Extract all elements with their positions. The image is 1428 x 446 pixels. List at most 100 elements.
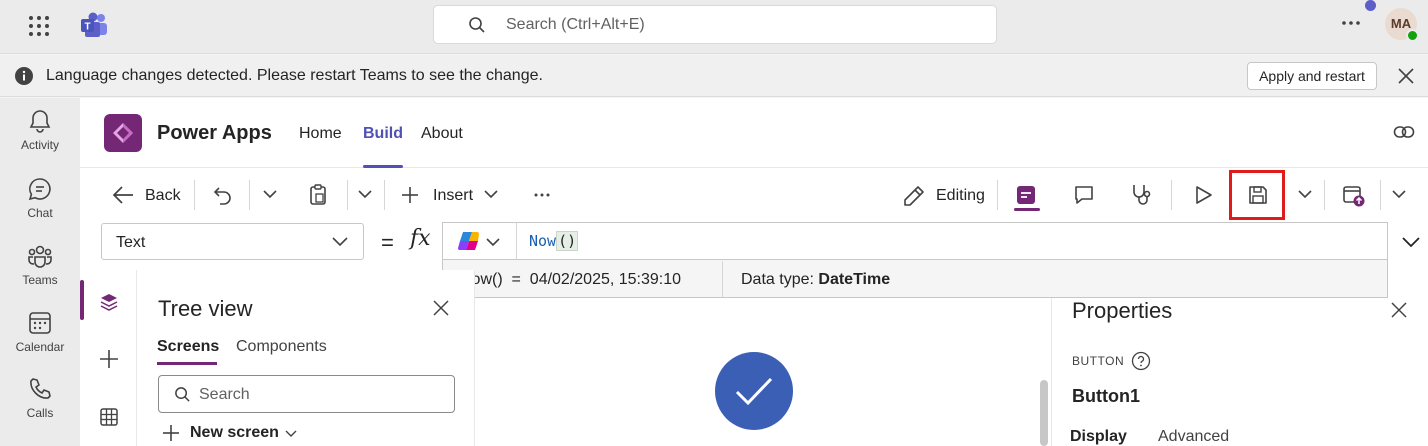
paste-chevron-down-icon[interactable]: [357, 189, 373, 199]
active-tab-indicator: [363, 165, 403, 168]
back-arrow-icon[interactable]: [112, 185, 134, 205]
app-header: [80, 98, 1428, 168]
teams-icon: [28, 245, 52, 268]
control-type-label: BUTTON: [1072, 354, 1125, 368]
rail-label: Activity: [20, 138, 59, 152]
toolbar-divider: [384, 180, 385, 210]
banner-message: Language changes detected. Please restar…: [46, 67, 543, 84]
pencil-icon: [903, 185, 925, 207]
formula-function: Now: [529, 232, 557, 250]
expand-formula-chevron-icon[interactable]: [1402, 236, 1420, 248]
app-launcher-icon[interactable]: [28, 15, 50, 37]
data-type-value: DateTime: [818, 271, 891, 288]
toolbar-divider: [249, 180, 250, 210]
new-screen-chevron-down-icon[interactable]: [285, 430, 297, 438]
formula-parens: (): [556, 231, 579, 251]
presence-available-icon: [1406, 29, 1419, 42]
tab-display[interactable]: Display: [1070, 428, 1127, 446]
tab-build[interactable]: Build: [363, 125, 403, 143]
toolbar-divider: [194, 180, 195, 210]
more-options-icon[interactable]: [1341, 20, 1361, 26]
rail-label: Teams: [22, 273, 58, 287]
comment-icon[interactable]: [1073, 184, 1095, 206]
active-tree-tab-indicator: [157, 362, 217, 365]
toolbar-divider: [1324, 180, 1325, 210]
paste-icon[interactable]: [308, 184, 328, 206]
tab-advanced[interactable]: Advanced: [1158, 428, 1229, 446]
checkmark-icon: [735, 377, 773, 406]
insert-plus-icon[interactable]: [99, 349, 119, 369]
new-screen-plus-icon: [162, 424, 180, 442]
publish-chevron-down-icon[interactable]: [1391, 189, 1407, 199]
notification-dot: [1365, 0, 1376, 11]
rail-label: Calls: [26, 406, 54, 420]
more-commands-icon[interactable]: [534, 193, 550, 197]
active-panel-indicator: [80, 280, 84, 320]
data-type-info: Data type: DateTime: [741, 271, 890, 289]
tab-home[interactable]: Home: [299, 125, 342, 143]
property-dropdown[interactable]: Text: [101, 223, 364, 260]
search-icon: [175, 387, 190, 402]
rail-item-calls[interactable]: Calls: [0, 376, 80, 420]
rail-item-calendar[interactable]: Calendar: [0, 310, 80, 354]
new-screen-button[interactable]: New screen: [190, 424, 279, 442]
close-properties-icon[interactable]: [1390, 301, 1408, 319]
stethoscope-icon[interactable]: [1130, 183, 1152, 207]
help-icon[interactable]: [1131, 351, 1151, 371]
svg-text:T: T: [84, 22, 90, 33]
chat-icon: [28, 178, 51, 201]
tab-about[interactable]: About: [421, 125, 463, 143]
global-search-input[interactable]: Search (Ctrl+Alt+E): [433, 5, 997, 44]
insert-button[interactable]: Insert: [433, 187, 473, 205]
tab-screens[interactable]: Screens: [157, 338, 219, 356]
properties-title: Properties: [1072, 298, 1173, 323]
rail-item-activity[interactable]: Activity: [0, 108, 80, 152]
command-bar: [80, 169, 1428, 221]
save-button-highlight: [1229, 170, 1285, 220]
plus-icon[interactable]: [401, 186, 419, 204]
rail-label: Chat: [27, 206, 53, 220]
back-button[interactable]: Back: [145, 187, 181, 205]
publish-icon[interactable]: [1342, 184, 1366, 208]
canvas-scrollbar[interactable]: [1040, 380, 1048, 446]
insert-chevron-down-icon[interactable]: [484, 189, 498, 199]
result-divider: [722, 261, 723, 297]
active-view-indicator: [1014, 208, 1040, 211]
toolbar-divider: [997, 180, 998, 210]
tab-components[interactable]: Components: [236, 338, 327, 356]
close-tree-view-icon[interactable]: [432, 299, 450, 317]
tree-view-title: Tree view: [158, 296, 253, 321]
data-type-label: Data type:: [741, 271, 814, 288]
layers-icon[interactable]: [99, 292, 119, 312]
info-icon: [14, 66, 34, 86]
link-icon[interactable]: [1393, 124, 1415, 140]
search-placeholder: Search (Ctrl+Alt+E): [506, 16, 645, 33]
formula-result: Now() = 04/02/2025, 15:39:10: [460, 271, 682, 288]
toolbar-divider: [1171, 180, 1172, 210]
tree-search-input[interactable]: Search: [158, 375, 455, 413]
play-icon[interactable]: [1193, 185, 1213, 205]
undo-icon[interactable]: [213, 185, 233, 205]
equals-sign: =: [381, 230, 394, 255]
fx-icon[interactable]: fx: [410, 226, 431, 251]
close-banner-icon[interactable]: [1397, 67, 1415, 85]
editing-mode-button[interactable]: Editing: [936, 187, 985, 205]
app-view-icon[interactable]: [1015, 184, 1037, 206]
apply-and-restart-button[interactable]: Apply and restart: [1247, 62, 1377, 90]
bell-icon: [29, 110, 51, 133]
rail-label: Calendar: [15, 340, 65, 354]
copilot-chevron-down-icon[interactable]: [486, 237, 500, 247]
rail-item-teams[interactable]: Teams: [0, 243, 80, 287]
checkmark-button-control[interactable]: [715, 352, 793, 430]
formula-input[interactable]: [442, 222, 1388, 260]
undo-chevron-down-icon[interactable]: [262, 189, 278, 199]
save-chevron-down-icon[interactable]: [1297, 189, 1313, 199]
formula-text[interactable]: Now(): [529, 231, 579, 251]
data-table-icon[interactable]: [99, 407, 119, 427]
copilot-icon[interactable]: [457, 230, 481, 252]
toolbar-divider: [1380, 180, 1381, 210]
property-value: Text: [116, 234, 146, 251]
rail-item-chat[interactable]: Chat: [0, 176, 80, 220]
app-title: Power Apps: [157, 122, 272, 144]
control-name[interactable]: Button1: [1072, 386, 1140, 407]
